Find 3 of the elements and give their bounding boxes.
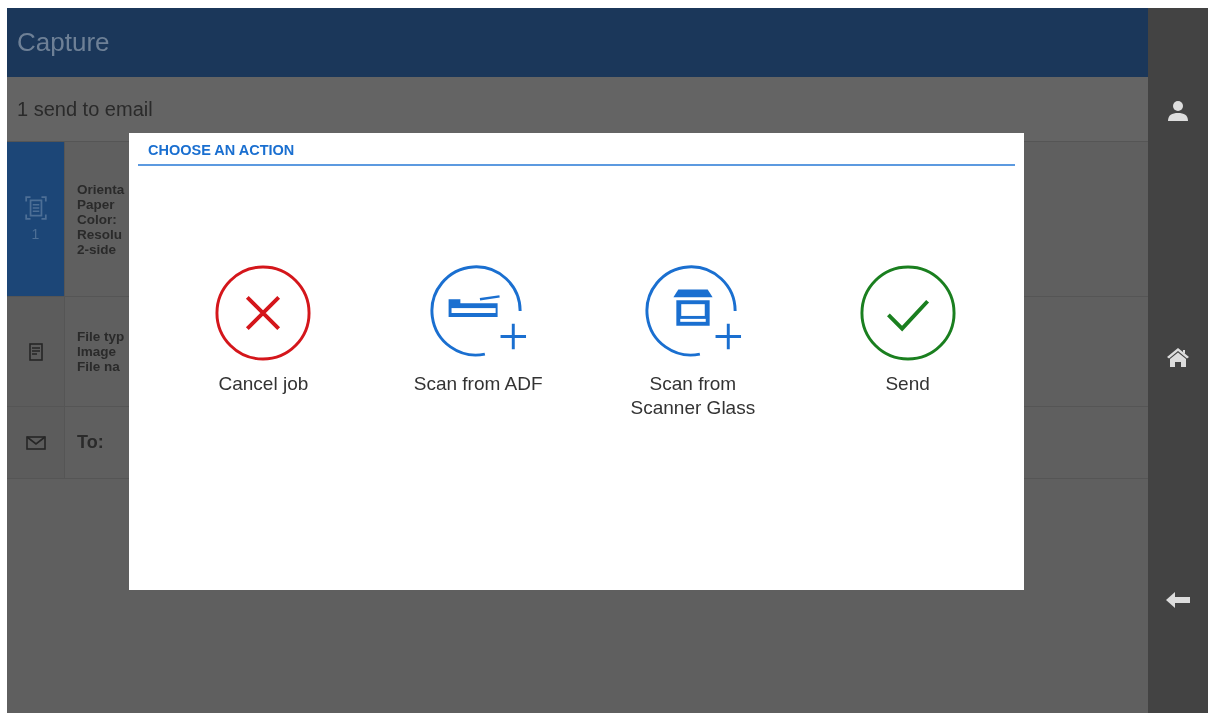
job-title: 1 send to email (17, 97, 153, 121)
page-title: Capture (17, 27, 110, 58)
dialog-title: CHOOSE AN ACTION (138, 133, 1015, 166)
